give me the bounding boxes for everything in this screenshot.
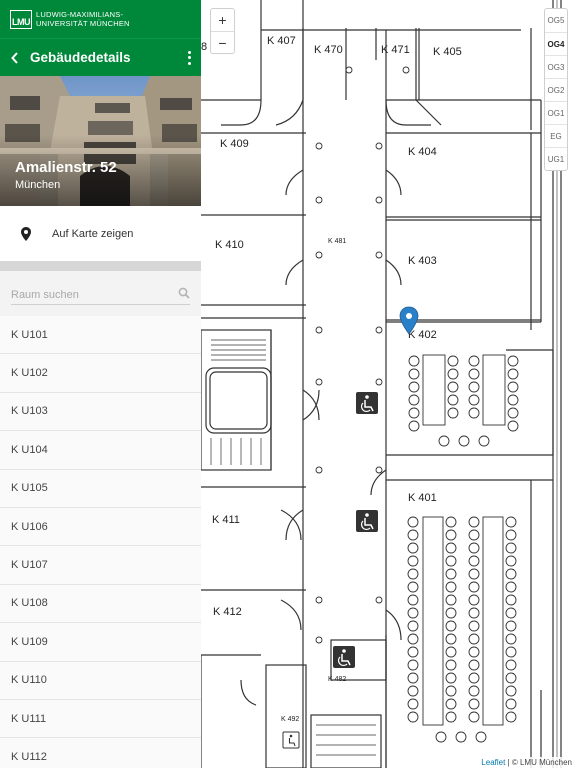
zoom-out-button[interactable]: −	[211, 31, 234, 53]
wheelchair-icon	[356, 392, 378, 414]
list-item[interactable]: K U108	[0, 584, 201, 624]
search-input[interactable]	[11, 286, 171, 304]
logo-bar: LMU LUDWIG-MAXIMILIANS- UNIVERSITÄT MÜNC…	[0, 0, 201, 38]
building-photo: Amalienstr. 52 München	[0, 76, 201, 206]
building-name: Amalienstr. 52	[15, 159, 117, 176]
room-label-k409: K 409	[220, 138, 249, 150]
floor-button-og1[interactable]: OG1	[545, 101, 567, 124]
room-label-k407: K 407	[267, 35, 296, 47]
list-item[interactable]: K U103	[0, 392, 201, 432]
map-pin-icon	[0, 226, 52, 241]
app: LMU LUDWIG-MAXIMILIANS- UNIVERSITÄT MÜNC…	[0, 0, 576, 768]
room-search	[0, 271, 201, 316]
room-label-k405: K 405	[433, 46, 462, 58]
page-title: Gebäudedetails	[30, 50, 131, 65]
search-field	[11, 285, 190, 305]
logo-line-1: LUDWIG-MAXIMILIANS-	[36, 10, 124, 19]
wheelchair-icon	[333, 646, 355, 668]
wheelchair-icon	[356, 510, 378, 532]
list-item[interactable]: K U101	[0, 316, 201, 355]
zoom-control: + −	[210, 8, 235, 54]
leaflet-link[interactable]: Leaflet	[481, 758, 505, 767]
more-vert-icon	[187, 50, 191, 54]
search-icon[interactable]	[178, 287, 190, 299]
room-label-k410: K 410	[215, 239, 244, 251]
zoom-in-button[interactable]: +	[211, 9, 234, 31]
back-button[interactable]	[0, 39, 30, 77]
floor-button-ug1[interactable]: UG1	[545, 147, 567, 170]
map-attribution: Leaflet | © LMU München	[477, 757, 576, 768]
floor-selector: OG5 OG4 OG3 OG2 OG1 EG UG1	[544, 8, 568, 171]
lmu-logo: LMU	[10, 9, 32, 29]
floor-button-og4[interactable]: OG4	[545, 32, 567, 55]
attribution-text: | © LMU München	[505, 758, 572, 767]
room-label-k402: K 402	[408, 329, 437, 341]
room-label-k403: K 403	[408, 255, 437, 267]
list-item[interactable]: K U104	[0, 431, 201, 470]
room-label-k401: K 401	[408, 492, 437, 504]
room-list: K U101 K U102 K U103 K U104 K U105 K U10…	[0, 316, 201, 768]
wheelchair-icon	[282, 731, 300, 749]
floor-button-og5[interactable]: OG5	[545, 9, 567, 32]
show-on-map-button[interactable]: Auf Karte zeigen	[0, 206, 201, 261]
chevron-left-icon	[11, 51, 18, 64]
floor-button-og2[interactable]: OG2	[545, 78, 567, 101]
more-menu-button[interactable]	[177, 39, 201, 77]
room-label-k470: K 470	[314, 44, 343, 56]
building-city: München	[15, 179, 61, 191]
room-label-k482: K 482	[328, 676, 346, 683]
divider	[0, 261, 201, 271]
list-item[interactable]: K U102	[0, 354, 201, 393]
room-label-k492: K 492	[281, 716, 299, 723]
list-item[interactable]: K U105	[0, 469, 201, 508]
room-label-k411: K 411	[212, 514, 240, 526]
room-label-k404: K 404	[408, 146, 437, 158]
logo-line-2: UNIVERSITÄT MÜNCHEN	[36, 19, 130, 28]
floor-button-eg[interactable]: EG	[545, 124, 567, 147]
floor-plan[interactable]: 8 K 407 K 470 K 471 K 405 K 409 K 404 K …	[201, 0, 576, 768]
list-item[interactable]: K U106	[0, 507, 201, 547]
room-label-k481: K 481	[328, 238, 346, 245]
list-item[interactable]: K U112	[0, 738, 201, 768]
list-item[interactable]: K U107	[0, 546, 201, 585]
topbar: Gebäudedetails	[0, 38, 201, 76]
room-label-k471: K 471	[381, 44, 410, 56]
sidebar: LMU LUDWIG-MAXIMILIANS- UNIVERSITÄT MÜNC…	[0, 0, 201, 768]
room-label-k412: K 412	[213, 606, 242, 618]
list-item[interactable]: K U111	[0, 699, 201, 739]
show-on-map-label: Auf Karte zeigen	[52, 227, 134, 240]
list-item[interactable]: K U109	[0, 623, 201, 662]
map-view[interactable]: 8 K 407 K 470 K 471 K 405 K 409 K 404 K …	[201, 0, 576, 768]
logo-text: LUDWIG-MAXIMILIANS- UNIVERSITÄT MÜNCHEN	[36, 10, 130, 28]
room-label: 8	[201, 41, 207, 53]
list-item[interactable]: K U110	[0, 661, 201, 700]
floor-button-og3[interactable]: OG3	[545, 55, 567, 78]
